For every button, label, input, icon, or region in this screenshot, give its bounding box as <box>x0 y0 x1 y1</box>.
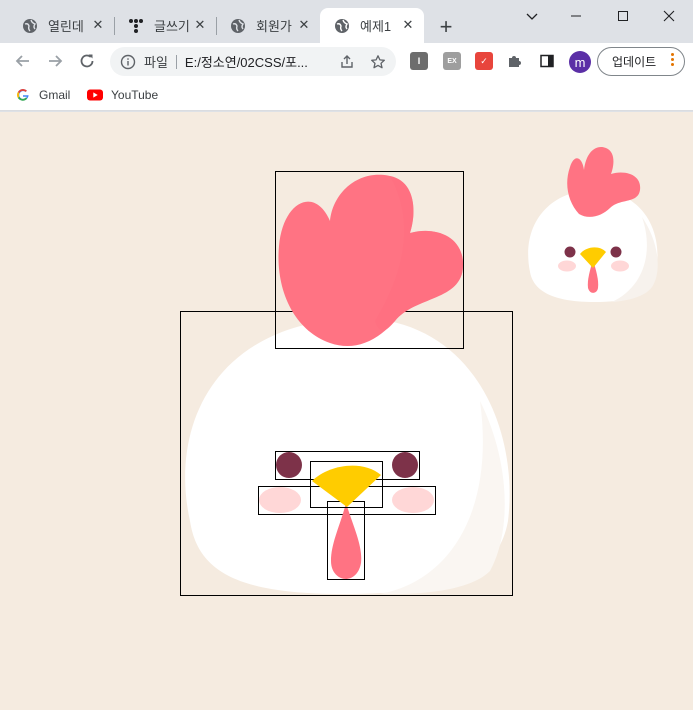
tab-2[interactable]: 글쓰기 ✕ <box>114 8 216 43</box>
maximize-button[interactable] <box>600 2 646 30</box>
ext-i-icon[interactable]: I <box>410 52 428 70</box>
address-scheme-label: 파일 <box>144 55 168 70</box>
chicken-wattle-outline <box>327 501 365 580</box>
tab-title: 예제1 <box>360 19 392 34</box>
chicken-comb-outline <box>275 171 464 349</box>
side-panel-icon[interactable] <box>534 48 560 74</box>
minimize-button[interactable] <box>553 2 599 30</box>
tab-3[interactable]: 회원가 ✕ <box>216 8 320 43</box>
tistory-icon <box>128 18 144 34</box>
profile-avatar[interactable]: m <box>569 51 591 73</box>
reference-chicken <box>528 146 658 302</box>
more-menu-icon[interactable] <box>671 53 675 66</box>
tab-active[interactable]: 예제1 ✕ <box>320 8 424 43</box>
address-url[interactable]: E:/정소연/02CSS/포... <box>185 52 308 71</box>
share-icon[interactable] <box>338 53 356 71</box>
tab-title: 열린데 <box>48 19 84 34</box>
close-icon[interactable]: ✕ <box>296 17 312 33</box>
ext-calendar-icon[interactable]: ✓ <box>475 52 493 70</box>
page-viewport <box>0 112 693 710</box>
tab-title: 회원가 <box>256 19 292 34</box>
update-button[interactable]: 업데이트 <box>597 47 685 76</box>
globe-icon <box>334 18 350 34</box>
globe-icon <box>230 18 246 34</box>
info-icon[interactable] <box>120 54 136 70</box>
globe-icon <box>22 18 38 34</box>
close-icon[interactable]: ✕ <box>90 17 106 33</box>
bookmark-youtube[interactable]: YouTube <box>87 86 158 104</box>
forward-arrow-icon[interactable] <box>42 48 68 74</box>
reload-icon[interactable] <box>74 48 100 74</box>
google-icon <box>15 87 31 103</box>
bookmark-gmail[interactable]: Gmail <box>15 86 70 104</box>
chevron-down-icon[interactable] <box>509 2 555 30</box>
update-label: 업데이트 <box>612 55 657 69</box>
close-window-button[interactable] <box>646 2 692 30</box>
tab-1[interactable]: 열린데 ✕ <box>8 8 114 43</box>
back-arrow-icon[interactable] <box>10 48 36 74</box>
chicken-beak-outline <box>310 461 383 508</box>
bookmark-label: YouTube <box>111 88 159 102</box>
bookmarks-bar: Gmail YouTube <box>0 80 693 111</box>
star-icon[interactable] <box>369 53 387 71</box>
new-tab-button[interactable]: + <box>432 13 460 41</box>
close-icon[interactable]: ✕ <box>400 17 416 33</box>
address-bar[interactable]: 파일 E:/정소연/02CSS/포... <box>110 47 396 76</box>
bookmark-label: Gmail <box>39 88 71 102</box>
close-icon[interactable]: ✕ <box>192 17 208 33</box>
tab-strip: 열린데 ✕ 글쓰기 ✕ 회원가 ✕ 예제1 ✕ + <box>0 0 693 43</box>
browser-toolbar: 파일 E:/정소연/02CSS/포... I EX ✓ m 업데이트 <box>0 43 693 80</box>
ext-ex-icon[interactable]: EX <box>443 52 461 70</box>
puzzle-extensions-icon[interactable] <box>502 48 528 74</box>
address-divider <box>175 54 177 69</box>
youtube-icon <box>87 87 103 103</box>
